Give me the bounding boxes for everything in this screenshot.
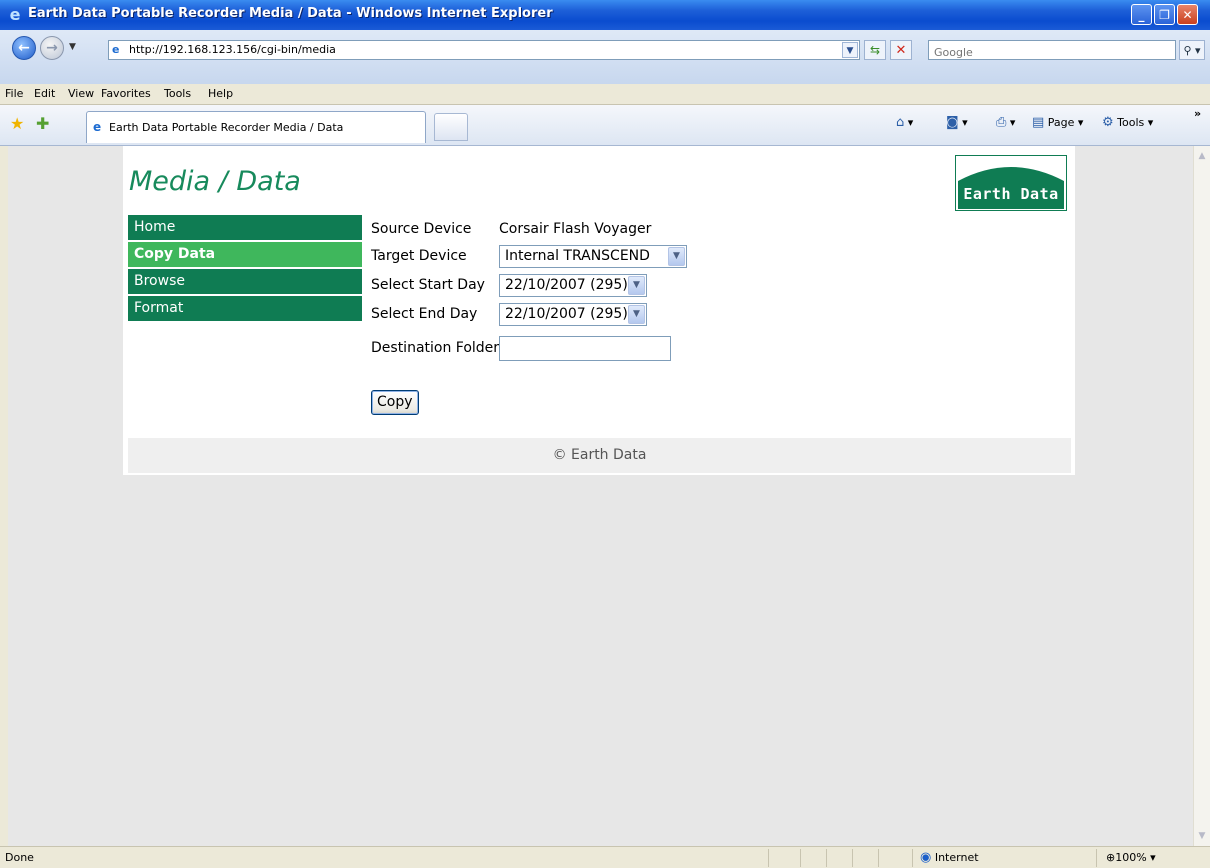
refresh-button[interactable]: ⇆: [864, 40, 886, 60]
address-url[interactable]: http://192.168.123.156/cgi-bin/media: [129, 43, 336, 56]
status-divider: [800, 849, 801, 867]
feeds-icon[interactable]: ◙ ▾: [946, 115, 968, 130]
menu-file[interactable]: File: [5, 87, 23, 100]
home-icon[interactable]: ⌂ ▾: [896, 115, 913, 130]
logo-text: Earth Data: [963, 185, 1059, 203]
tab-row: ★ ✚ e Earth Data Portable Recorder Media…: [0, 105, 1210, 146]
chevron-down-icon[interactable]: ▼: [628, 305, 645, 324]
chevron-down-icon[interactable]: ▼: [668, 247, 685, 266]
nav-item-browse[interactable]: Browse: [128, 269, 362, 294]
add-favorite-icon[interactable]: ✚: [36, 114, 49, 133]
end-day-select[interactable]: 22/10/2007 (295) ▼: [499, 303, 647, 326]
status-divider: [912, 849, 913, 867]
search-box[interactable]: [928, 40, 1176, 62]
navigation-bar: ← → ▼ e http://192.168.123.156/cgi-bin/m…: [0, 30, 1210, 84]
favorites-star-icon[interactable]: ★: [10, 114, 24, 133]
frame-edge: [0, 146, 8, 846]
nav-item-format[interactable]: Format: [128, 296, 362, 321]
scroll-up-icon[interactable]: ▲: [1194, 148, 1210, 164]
security-zone[interactable]: ◉ Internet: [920, 850, 979, 865]
menu-favorites[interactable]: Favorites: [101, 87, 151, 100]
tools-gear-icon: ⚙: [1102, 115, 1114, 130]
menu-help[interactable]: Help: [208, 87, 233, 100]
search-icon[interactable]: ⚲ ▾: [1179, 40, 1205, 60]
vertical-scrollbar[interactable]: ▲ ▼: [1193, 146, 1210, 846]
earth-data-logo: Earth Data: [954, 154, 1068, 212]
side-nav: Home Copy Data Browse Format: [128, 215, 362, 323]
nav-item-copy-data[interactable]: Copy Data: [128, 242, 362, 267]
page-menu-icon: ▤: [1032, 115, 1045, 130]
nav-item-home[interactable]: Home: [128, 215, 362, 240]
page-title: Media / Data: [129, 166, 301, 197]
tab-label: Earth Data Portable Recorder Media / Dat…: [109, 121, 344, 134]
page-footer: © Earth Data: [128, 438, 1071, 473]
window-title: Earth Data Portable Recorder Media / Dat…: [28, 6, 553, 21]
status-text: Done: [5, 851, 34, 864]
page-menu[interactable]: ▤ Page ▾: [1032, 115, 1083, 130]
status-divider: [878, 849, 879, 867]
new-tab-button[interactable]: [434, 113, 468, 141]
status-divider: [852, 849, 853, 867]
source-label: Source Device: [371, 221, 472, 237]
stop-button[interactable]: ✕: [890, 40, 912, 60]
end-day-label: Select End Day: [371, 306, 478, 322]
zoom-control[interactable]: ⊕100% ▾: [1106, 851, 1156, 864]
address-dropdown-icon[interactable]: ▼: [842, 42, 858, 58]
destination-folder-input[interactable]: [499, 336, 671, 361]
menu-bar: File Edit View Favorites Tools Help: [0, 84, 1210, 105]
start-day-select[interactable]: 22/10/2007 (295) ▼: [499, 274, 647, 297]
copy-button[interactable]: Copy: [371, 390, 419, 415]
chevron-more-icon[interactable]: »: [1194, 107, 1201, 120]
ie-logo-icon: e: [9, 5, 21, 24]
maximize-button[interactable]: ❐: [1154, 4, 1175, 25]
chevron-down-icon[interactable]: ▼: [628, 276, 645, 295]
destination-folder-label: Destination Folder: [371, 340, 500, 356]
status-divider: [768, 849, 769, 867]
target-device-value: Internal TRANSCEND: [505, 248, 650, 264]
tab-media-data[interactable]: e Earth Data Portable Recorder Media / D…: [86, 111, 426, 143]
print-icon[interactable]: ⎙ ▾: [996, 115, 1015, 130]
title-bar: e Earth Data Portable Recorder Media / D…: [0, 0, 1210, 30]
target-label: Target Device: [371, 248, 467, 264]
menu-tools[interactable]: Tools: [164, 87, 191, 100]
back-button[interactable]: ←: [12, 36, 36, 60]
history-dropdown-icon[interactable]: ▼: [69, 42, 76, 52]
tab-page-icon: e: [93, 120, 102, 134]
tools-menu[interactable]: ⚙ Tools ▾: [1102, 115, 1153, 130]
target-device-select[interactable]: Internal TRANSCEND ▼: [499, 245, 687, 268]
page-icon: e: [112, 43, 120, 56]
page-container: Media / Data Earth Data Home Copy Data B…: [123, 146, 1075, 475]
address-bar[interactable]: e http://192.168.123.156/cgi-bin/media ▼: [108, 40, 860, 60]
zoom-icon: ⊕: [1106, 851, 1116, 864]
status-divider: [1096, 849, 1097, 867]
minimize-button[interactable]: _: [1131, 4, 1152, 25]
source-value: Corsair Flash Voyager: [499, 221, 652, 237]
start-day-value: 22/10/2007 (295): [505, 277, 628, 293]
close-button[interactable]: ✕: [1177, 4, 1198, 25]
menu-view[interactable]: View: [68, 87, 94, 100]
scroll-down-icon[interactable]: ▼: [1194, 828, 1210, 844]
content-viewport: Media / Data Earth Data Home Copy Data B…: [8, 146, 1193, 846]
status-bar: Done ◉ Internet ⊕100% ▾: [0, 846, 1210, 868]
internet-globe-icon: ◉: [920, 850, 932, 865]
search-input[interactable]: [932, 43, 1176, 62]
start-day-label: Select Start Day: [371, 277, 485, 293]
menu-edit[interactable]: Edit: [34, 87, 55, 100]
end-day-value: 22/10/2007 (295): [505, 306, 628, 322]
forward-button[interactable]: →: [40, 36, 64, 60]
status-divider: [826, 849, 827, 867]
